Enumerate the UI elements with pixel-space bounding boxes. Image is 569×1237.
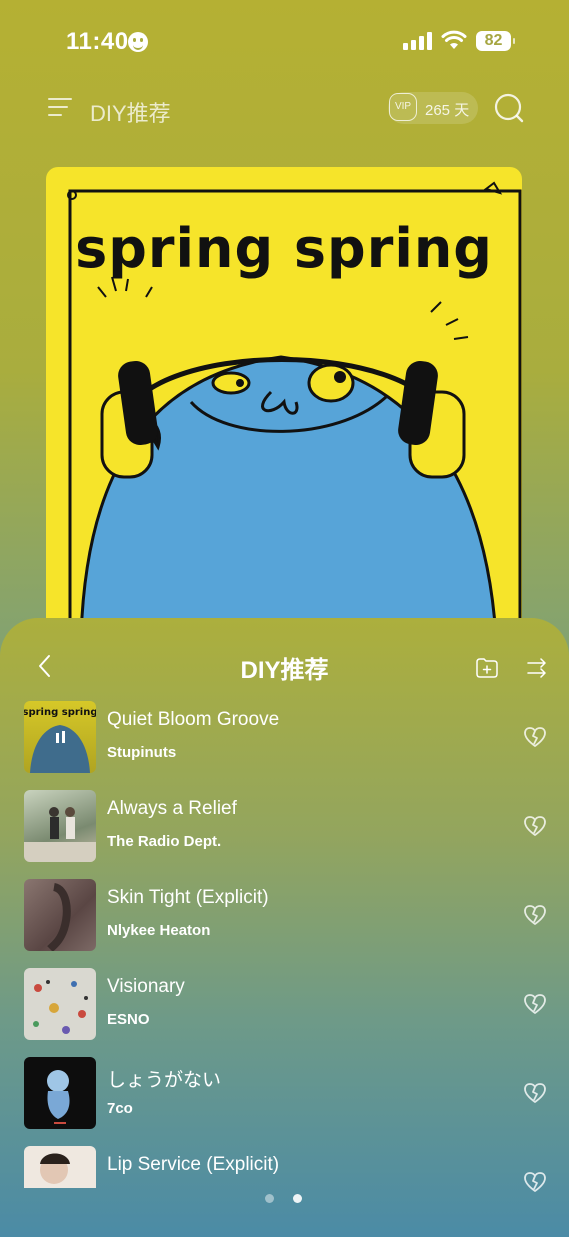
thumbnail-art bbox=[47, 883, 71, 951]
vip-pill[interactable]: VIP 265 天 bbox=[388, 92, 478, 124]
search-icon[interactable] bbox=[493, 92, 525, 124]
add-to-folder-icon[interactable] bbox=[476, 658, 498, 678]
status-time: 11:40 bbox=[66, 28, 129, 55]
song-row[interactable]: Skin Tight (Explicit) Nlykee Heaton bbox=[0, 879, 569, 959]
shuffle-icon[interactable] bbox=[527, 658, 549, 678]
smiley-icon bbox=[128, 32, 148, 52]
page-dot-2[interactable] bbox=[293, 1194, 302, 1203]
broken-heart-icon[interactable] bbox=[524, 1083, 546, 1103]
song-thumbnail bbox=[24, 790, 96, 862]
page-dot-1[interactable] bbox=[265, 1194, 274, 1203]
broken-heart-icon[interactable] bbox=[524, 905, 546, 925]
song-title: Lip Service (Explicit) bbox=[107, 1154, 280, 1175]
thumbnail-art: spring spring bbox=[24, 707, 96, 773]
album-cover[interactable]: spring spring bbox=[46, 167, 522, 643]
song-title: Visionary bbox=[107, 976, 185, 997]
song-artist: Nlykee Heaton bbox=[107, 922, 211, 939]
song-row[interactable]: しょうがない 7co bbox=[0, 1057, 569, 1137]
vip-days-label: 265 天 bbox=[425, 102, 470, 119]
broken-heart-icon[interactable] bbox=[524, 727, 546, 747]
song-title: Skin Tight (Explicit) bbox=[107, 887, 269, 908]
song-row[interactable]: Lip Service (Explicit) bbox=[0, 1146, 569, 1226]
status-bar: 11:40 82 bbox=[0, 0, 569, 84]
cover-title: spring spring bbox=[75, 217, 493, 280]
song-thumbnail bbox=[24, 968, 96, 1040]
thumbnail-art bbox=[47, 1070, 70, 1124]
thumbnail-art bbox=[24, 807, 96, 862]
battery-indicator: 82 bbox=[476, 31, 515, 51]
menu-icon[interactable] bbox=[48, 96, 74, 118]
broken-heart-icon[interactable] bbox=[524, 816, 546, 836]
song-thumbnail bbox=[24, 1057, 96, 1129]
top-bar: DIY推荐 VIP 265 天 bbox=[0, 88, 569, 128]
song-row[interactable]: Visionary ESNO bbox=[0, 968, 569, 1048]
page-title: DIY推荐 bbox=[90, 101, 171, 126]
broken-heart-icon[interactable] bbox=[524, 994, 546, 1014]
song-artist: The Radio Dept. bbox=[107, 833, 222, 850]
song-thumbnail bbox=[24, 1146, 96, 1188]
song-artist: ESNO bbox=[107, 1011, 150, 1028]
song-title: Always a Relief bbox=[107, 798, 237, 819]
thumbnail-art bbox=[40, 1153, 70, 1184]
vip-badge: VIP bbox=[389, 93, 417, 121]
wifi-icon bbox=[441, 30, 467, 49]
broken-heart-icon[interactable] bbox=[524, 1172, 546, 1192]
song-thumbnail bbox=[24, 879, 96, 951]
song-artist: 7co bbox=[107, 1100, 133, 1117]
song-thumbnail: spring spring bbox=[24, 701, 96, 773]
song-row[interactable]: Always a Relief The Radio Dept. bbox=[0, 790, 569, 870]
page-indicator[interactable] bbox=[265, 1194, 305, 1204]
svg-text:spring spring: spring spring bbox=[24, 707, 96, 718]
song-title: しょうがない bbox=[107, 1070, 222, 1091]
thumbnail-art bbox=[33, 980, 88, 1034]
cellular-signal-icon bbox=[403, 32, 433, 50]
song-row[interactable]: spring spring Quiet Bloom Groove Stupinu… bbox=[0, 701, 569, 781]
song-artist: Stupinuts bbox=[107, 744, 177, 761]
song-title: Quiet Bloom Groove bbox=[107, 709, 280, 730]
